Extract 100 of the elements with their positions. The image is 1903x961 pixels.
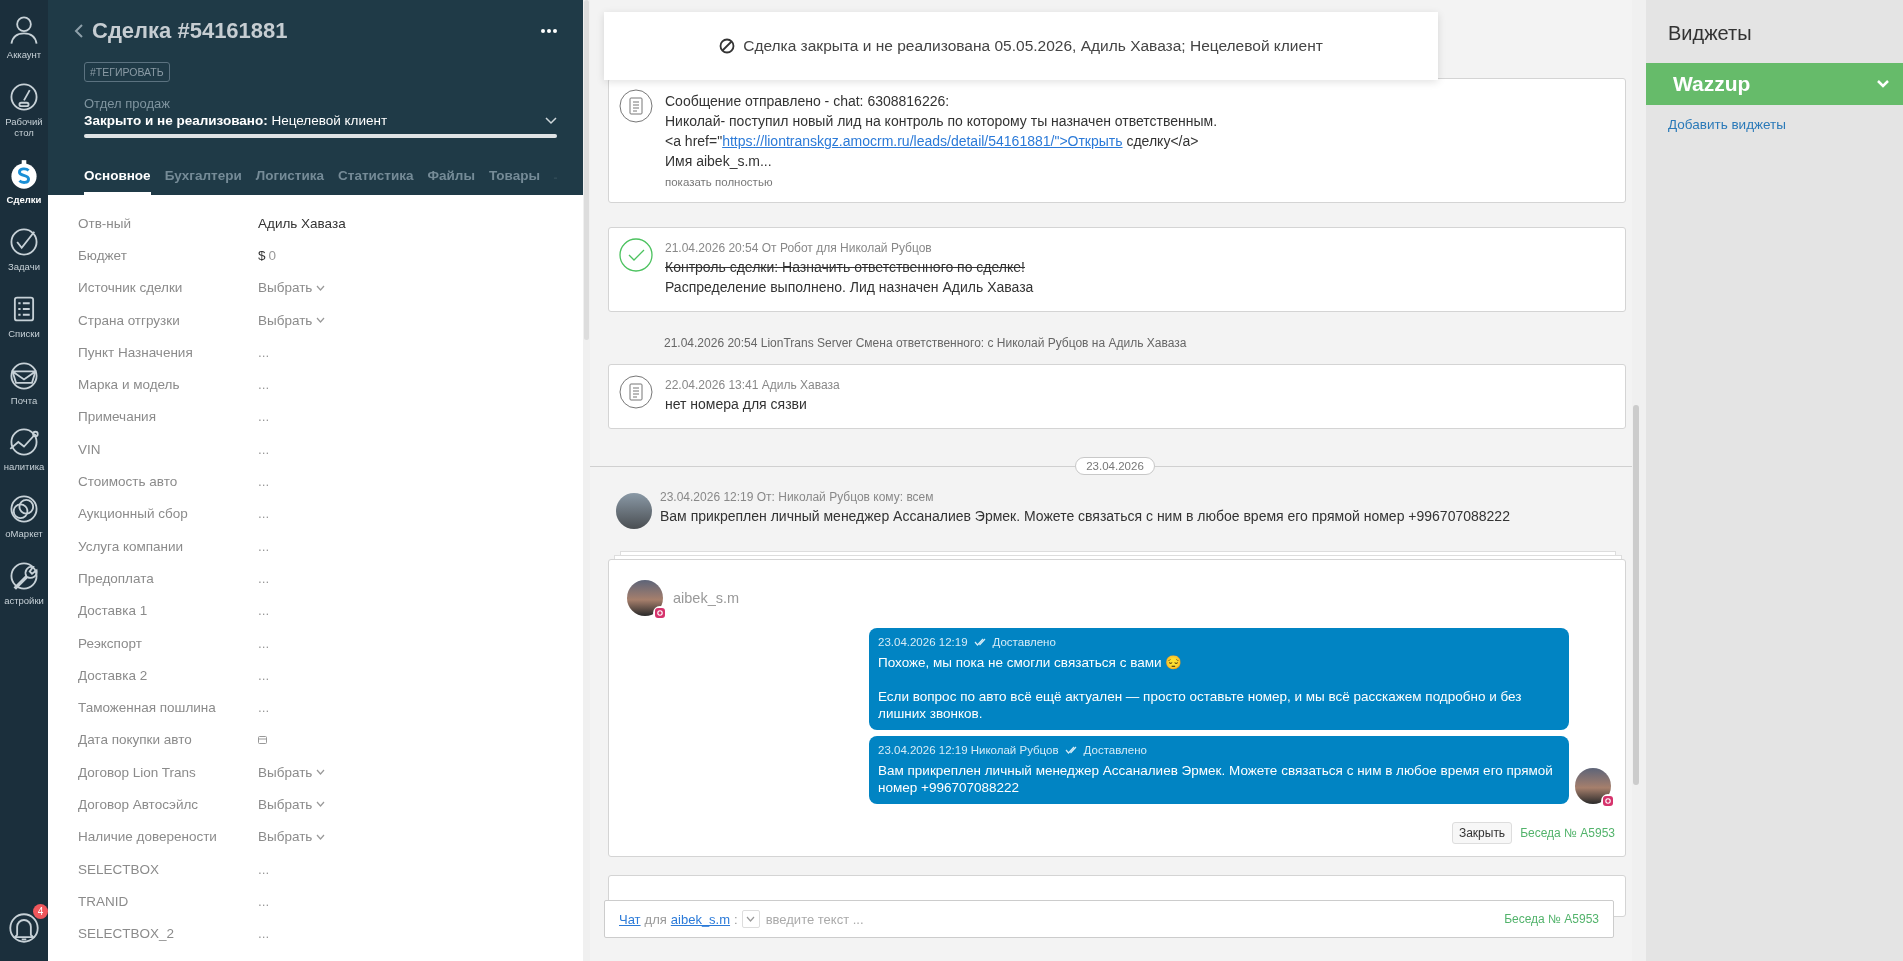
field-label: Аукционный сбор xyxy=(78,506,189,522)
tag-button[interactable]: #ТЕГИРОВАТЬ xyxy=(84,62,170,82)
field-placeholder[interactable]: ... xyxy=(258,635,270,651)
field-placeholder[interactable]: ... xyxy=(258,667,270,683)
instagram-icon xyxy=(1601,794,1615,808)
message-meta: 23.04.2026 12:19 От: Николай Рубцов кому: всем xyxy=(660,489,935,506)
field-label: TRANID xyxy=(78,893,130,909)
avatar-photo xyxy=(627,580,663,616)
nav-item[interactable]: налитика xyxy=(0,426,48,474)
message-text: Вам прикреплен личный менеджер Ассаналиев Эрмек. Можете связаться с ним в любое время его прямой номер +996707088222 xyxy=(878,762,1554,796)
deal-title: Сделка #54161881 xyxy=(92,18,289,44)
field-placeholder[interactable]: ... xyxy=(258,538,270,554)
contact-link[interactable]: aibek_s.m xyxy=(670,911,731,927)
instagram-icon xyxy=(653,606,667,620)
calendar-icon[interactable] xyxy=(258,735,267,745)
budget-value[interactable]: $ 0 xyxy=(258,247,277,263)
field-value[interactable]: Адиль Хаваза xyxy=(258,215,346,231)
field-label: Дата покупки авто xyxy=(78,732,193,748)
colon: : xyxy=(734,911,738,927)
field-placeholder[interactable]: ... xyxy=(258,409,270,425)
show-more-link[interactable]: показать полностью xyxy=(665,176,1611,188)
caret-icon xyxy=(316,317,326,324)
scrollbar-thumb[interactable] xyxy=(1633,405,1639,785)
avatar-photo xyxy=(1575,768,1611,804)
bell-icon[interactable] xyxy=(8,912,40,944)
task-title: Контроль сделки: Назначить ответственного по сделке! xyxy=(665,258,1026,277)
status-dropdown[interactable]: Закрыто и не реализовано: Нецелевой клиент xyxy=(84,113,545,128)
field-label: Таможенная пошлина xyxy=(78,700,217,716)
delivery-status: Доставлено xyxy=(1083,743,1147,758)
field-placeholder[interactable]: ... xyxy=(258,603,270,619)
field-placeholder[interactable]: ... xyxy=(258,344,270,360)
caret-icon xyxy=(316,284,326,291)
chevron-icon[interactable] xyxy=(545,116,557,125)
message-input[interactable]: введите текст ... xyxy=(763,910,1501,928)
message-text: Похоже, мы пока не смогли связаться с вами 😔 xyxy=(878,654,1184,671)
select-dropdown[interactable]: Выбрать xyxy=(258,829,326,845)
select-dropdown[interactable]: Выбрать xyxy=(258,764,326,780)
field-label: Примечания xyxy=(78,409,157,425)
dropdown-toggle[interactable] xyxy=(741,910,760,928)
nav-item[interactable]: Задачи xyxy=(0,225,48,273)
field-placeholder[interactable]: ... xyxy=(258,441,270,457)
field-label: Договор Автосэйлс xyxy=(78,797,200,812)
field-label: Источник сделки xyxy=(78,280,184,296)
nav-item[interactable]: Сделки xyxy=(0,158,48,206)
field-label: SELECTBOX xyxy=(78,861,161,877)
channel-link[interactable]: Чат xyxy=(619,911,641,927)
select-dropdown[interactable]: Выбрать xyxy=(258,797,326,812)
field-label: Бюджет xyxy=(78,247,128,263)
prohibited-icon xyxy=(719,38,736,54)
tab[interactable]: Товары xyxy=(488,168,540,195)
field-label: Марка и модель xyxy=(78,377,181,393)
field-label: Договор Lion Trans xyxy=(78,764,197,780)
nav-item[interactable]: оМаркет xyxy=(0,493,48,541)
field-placeholder[interactable]: ... xyxy=(258,474,270,489)
field-placeholder[interactable]: ... xyxy=(258,570,270,586)
message-meta: 23.04.2026 12:19 xyxy=(878,635,968,650)
back-icon[interactable] xyxy=(74,24,84,38)
field-placeholder[interactable]: ... xyxy=(258,926,270,942)
nav-item[interactable]: Рабочий стол xyxy=(0,80,48,139)
field-placeholder[interactable]: ... xyxy=(258,506,270,522)
field-label: Доставка 1 xyxy=(78,603,149,619)
field-placeholder[interactable]: ... xyxy=(258,861,270,877)
tab[interactable]: Бухгалтери xyxy=(164,168,242,195)
select-dropdown[interactable]: Выбрать xyxy=(258,312,326,328)
nav-item[interactable]: Списки xyxy=(0,292,48,340)
task-meta: 21.04.2026 20:54 От Робот для Николай Рубцов xyxy=(665,240,933,257)
note-meta: 22.04.2026 13:41 Адиль Хаваза xyxy=(665,377,841,394)
field-label: Доставка 2 xyxy=(78,667,149,683)
dollar-icon xyxy=(8,158,40,191)
add-widgets-link[interactable]: Добавить виджеты xyxy=(1646,105,1786,132)
scrollbar-thumb[interactable] xyxy=(584,0,589,340)
message-text: Вам прикреплен личный менеджер Ассаналиев Эрмек. Можете связаться с ним в любое время его прямой номер +996707088222 xyxy=(660,507,1510,526)
nav-item[interactable]: Почта xyxy=(0,359,48,407)
tab[interactable]: Основное xyxy=(84,168,151,195)
field-placeholder[interactable]: ... xyxy=(258,893,270,909)
field-label: Страна отгрузки xyxy=(78,312,181,328)
close-button[interactable]: Закрыть xyxy=(1451,822,1513,844)
tab[interactable]: Логистика xyxy=(255,168,325,195)
caret-icon xyxy=(316,801,326,808)
field-placeholder[interactable]: ... xyxy=(258,377,270,393)
tab[interactable]: Файлы xyxy=(427,168,475,195)
deal-link[interactable]: https://liontranskgz.amocrm.ru/leads/detail/54161881/">Открыть xyxy=(722,133,1123,149)
composer-label: для xyxy=(644,911,667,927)
field-label: Предоплата xyxy=(78,570,155,586)
field-label: Реэкспорт xyxy=(78,635,143,651)
widget-header[interactable]: Wazzup xyxy=(1646,63,1903,105)
contact-name: aibek_s.m xyxy=(673,590,740,606)
select-dropdown[interactable]: Выбрать xyxy=(258,280,326,296)
nav-item[interactable]: астройки xyxy=(0,560,48,608)
chat-composer[interactable]: Чат для aibek_s.m : введите текст ... Беседа № A5953 xyxy=(604,900,1614,938)
more-icon[interactable] xyxy=(541,29,557,33)
banner-text: Сделка закрыта и не реализована 05.05.2026, Адиль Хаваза; Нецелевой клиент xyxy=(743,37,1323,55)
tab[interactable]: Статистика xyxy=(338,168,414,195)
pipeline-name: Отдел продаж xyxy=(84,96,171,111)
conversation-number: Беседа № A5953 xyxy=(1520,826,1615,840)
task-result: Распределение выполнено. Лид назначен Адиль Хаваза xyxy=(665,278,1035,297)
nav-item[interactable]: Аккаунт xyxy=(0,14,48,61)
field-placeholder[interactable]: ... xyxy=(258,700,270,716)
field-label: Отв-ный xyxy=(78,215,133,231)
note-text: Николай- поступил новый лид на контроль по которому ты назначен ответственным. xyxy=(665,112,1219,131)
